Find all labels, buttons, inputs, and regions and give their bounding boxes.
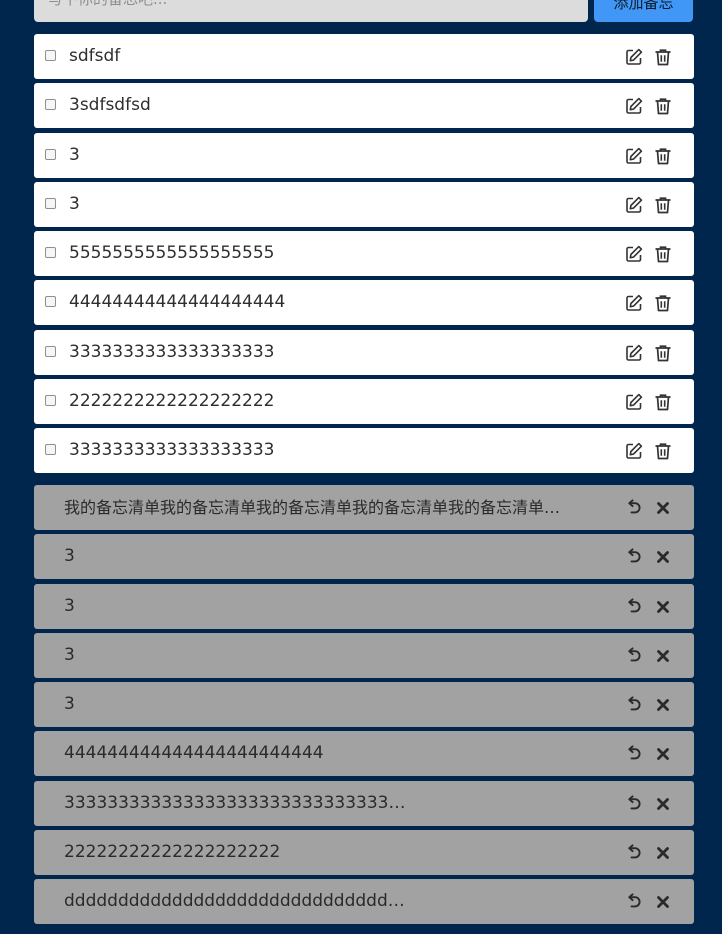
- undo-icon[interactable]: [624, 892, 644, 912]
- close-x-icon[interactable]: [653, 843, 673, 863]
- trash-icon[interactable]: [653, 244, 673, 264]
- close-x-icon[interactable]: [653, 695, 673, 715]
- undo-icon[interactable]: [624, 744, 644, 764]
- close-x-icon[interactable]: [653, 892, 673, 912]
- note-text: 44444444444444444444: [69, 292, 286, 313]
- pencil-square-icon[interactable]: [624, 47, 644, 67]
- pencil-square-icon[interactable]: [624, 146, 644, 166]
- note-text: 3: [69, 144, 80, 165]
- trash-icon[interactable]: [653, 146, 673, 166]
- active-note-row: 2222222222222222222: [34, 379, 694, 425]
- undo-icon[interactable]: [624, 498, 644, 518]
- note-input[interactable]: [34, 0, 588, 22]
- pencil-square-icon[interactable]: [624, 293, 644, 313]
- note-entry-bar: 添加备忘: [34, 0, 693, 22]
- completed-note-row: 3: [34, 583, 694, 629]
- trash-icon[interactable]: [653, 441, 673, 461]
- undo-icon[interactable]: [624, 597, 644, 617]
- close-x-icon[interactable]: [653, 744, 673, 764]
- active-note-row: 3sdfsdfsd: [34, 83, 694, 129]
- undo-icon[interactable]: [624, 646, 644, 666]
- active-note-row: 3333333333333333333: [34, 428, 694, 474]
- note-checkbox[interactable]: [45, 345, 56, 357]
- trash-icon[interactable]: [653, 47, 673, 67]
- note-text: sdfsdf: [69, 46, 121, 66]
- note-text: 3333333333333333333: [69, 440, 275, 461]
- trash-icon[interactable]: [653, 293, 673, 313]
- undo-icon[interactable]: [624, 695, 644, 715]
- note-text: 3: [64, 644, 75, 665]
- note-text: 333333333333333333333333333333…: [64, 792, 406, 813]
- trash-icon[interactable]: [653, 392, 673, 412]
- note-text: 3sdfsdfsd: [69, 95, 151, 116]
- undo-icon[interactable]: [624, 547, 644, 567]
- close-x-icon[interactable]: [653, 547, 673, 567]
- note-checkbox[interactable]: [45, 99, 56, 111]
- note-text: 3: [69, 193, 80, 214]
- note-checkbox[interactable]: [45, 296, 56, 308]
- note-text: 5555555555555555555: [69, 243, 275, 264]
- active-note-row: 3: [34, 132, 694, 178]
- active-note-row: 3333333333333333333: [34, 329, 694, 375]
- completed-note-row: 22222222222222222222: [34, 830, 694, 876]
- trash-icon[interactable]: [653, 195, 673, 215]
- note-checkbox[interactable]: [45, 148, 56, 160]
- note-text: 444444444444444444444444: [64, 743, 324, 764]
- note-text: dddddddddddddddddddddddddddddd…: [64, 891, 405, 912]
- close-x-icon[interactable]: [653, 597, 673, 617]
- undo-icon[interactable]: [624, 843, 644, 863]
- note-checkbox[interactable]: [45, 444, 56, 456]
- completed-note-row: 我的备忘清单我的备忘清单我的备忘清单我的备忘清单我的备忘清单…: [34, 485, 694, 530]
- completed-note-row: dddddddddddddddddddddddddddddd…: [34, 879, 694, 925]
- note-checkbox[interactable]: [45, 197, 56, 209]
- note-checkbox[interactable]: [45, 50, 56, 61]
- note-text: 3: [64, 694, 75, 715]
- completed-note-row: 3: [34, 682, 694, 728]
- active-note-row: 3: [34, 181, 694, 227]
- trash-icon[interactable]: [653, 343, 673, 363]
- note-text: 我的备忘清单我的备忘清单我的备忘清单我的备忘清单我的备忘清单…: [64, 498, 561, 517]
- trash-icon[interactable]: [653, 96, 673, 116]
- completed-note-list: 我的备忘清单我的备忘清单我的备忘清单我的备忘清单我的备忘清单… 3 3 3 3 …: [34, 485, 694, 929]
- pencil-square-icon[interactable]: [624, 195, 644, 215]
- close-x-icon[interactable]: [653, 498, 673, 518]
- pencil-square-icon[interactable]: [624, 343, 644, 363]
- active-note-row: sdfsdf: [34, 34, 694, 79]
- note-text: 2222222222222222222: [69, 391, 275, 412]
- pencil-square-icon[interactable]: [624, 392, 644, 412]
- note-checkbox[interactable]: [45, 247, 56, 259]
- active-note-list: sdfsdf 3sdfsdfsd 3 3 5555555555555555555…: [34, 34, 694, 478]
- active-note-row: 5555555555555555555: [34, 231, 694, 277]
- completed-note-row: 3: [34, 534, 694, 580]
- pencil-square-icon[interactable]: [624, 96, 644, 116]
- undo-icon[interactable]: [624, 794, 644, 814]
- note-text: 3333333333333333333: [69, 341, 275, 362]
- pencil-square-icon[interactable]: [624, 441, 644, 461]
- note-text: 3: [64, 546, 75, 567]
- completed-note-row: 444444444444444444444444: [34, 731, 694, 777]
- close-x-icon[interactable]: [653, 646, 673, 666]
- active-note-row: 44444444444444444444: [34, 280, 694, 326]
- completed-note-row: 333333333333333333333333333333…: [34, 780, 694, 826]
- note-checkbox[interactable]: [45, 395, 56, 407]
- note-text: 3: [64, 595, 75, 616]
- add-note-button[interactable]: 添加备忘: [594, 0, 693, 22]
- close-x-icon[interactable]: [653, 794, 673, 814]
- completed-note-row: 3: [34, 632, 694, 678]
- pencil-square-icon[interactable]: [624, 244, 644, 264]
- note-text: 22222222222222222222: [64, 842, 281, 863]
